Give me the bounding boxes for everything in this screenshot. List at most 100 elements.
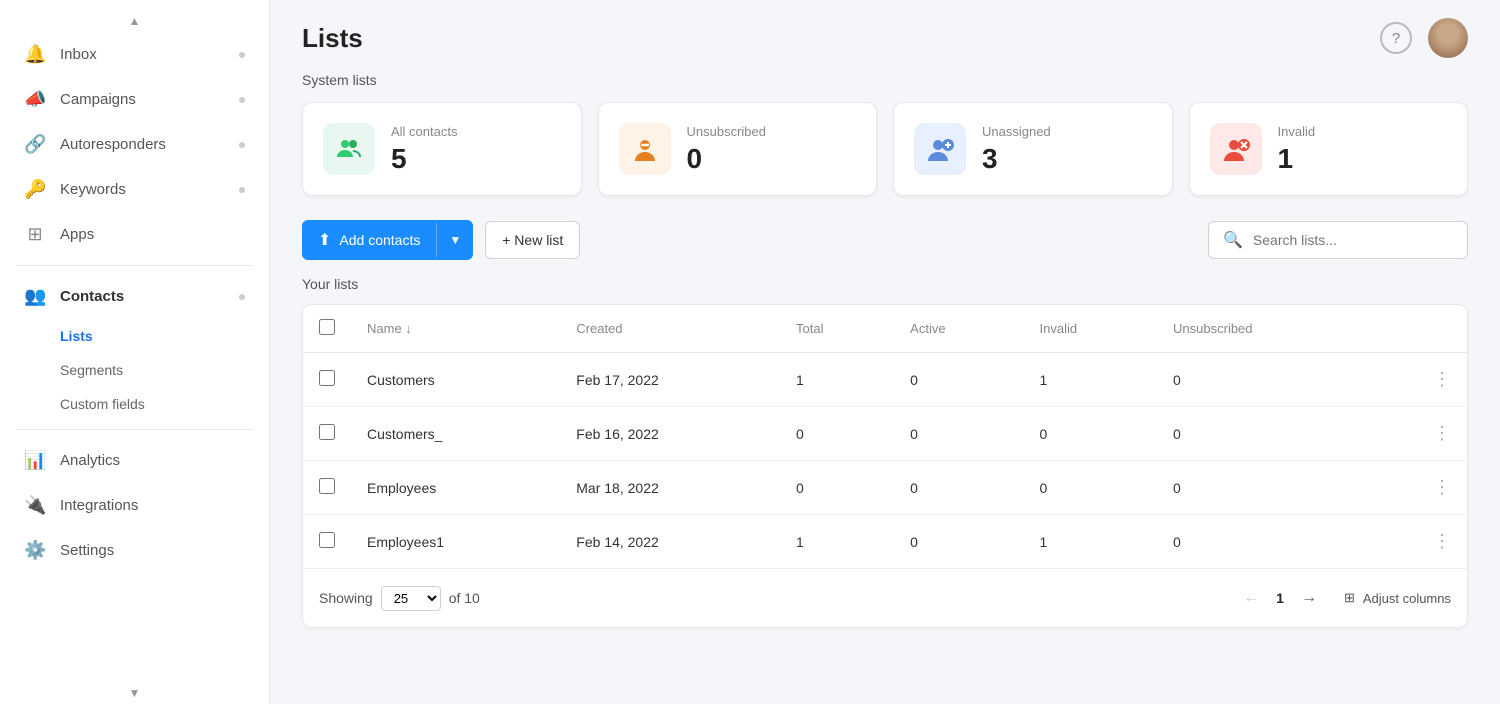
all-contacts-icon [323,123,375,175]
sidebar-item-analytics[interactable]: 📊 Analytics [0,438,269,483]
prev-icon: ← [1243,589,1259,607]
sidebar-item-label: Inbox [60,46,97,63]
row-menu-button[interactable]: ⋮ [1371,515,1467,569]
row-name: Employees [351,461,560,515]
table-row: Employees1 Feb 14, 2022 1 0 1 0 ⋮ [303,515,1467,569]
unsubscribed-icon [619,123,671,175]
showing-info: Showing 25 10 50 100 of 10 [319,586,480,611]
col-created: Created [560,305,780,353]
sidebar-scroll-down[interactable]: ▼ [0,682,269,704]
row-checkbox[interactable] [319,478,335,494]
sidebar-item-label: Settings [60,542,114,559]
add-contacts-button[interactable]: ⬆ Add contacts ▼ [302,220,473,260]
sidebar-item-autoresponders[interactable]: 🔗 Autoresponders [0,122,269,167]
adjust-columns-button[interactable]: ⊞ Adjust columns [1344,590,1451,606]
sidebar-item-label: Contacts [60,288,124,305]
row-menu-button[interactable]: ⋮ [1371,407,1467,461]
upload-icon: ⬆ [318,230,331,250]
row-checkbox[interactable] [319,370,335,386]
system-card-unassigned[interactable]: Unassigned 3 [893,102,1173,196]
all-contacts-value: 5 [391,143,457,175]
unsubscribed-value: 0 [687,143,767,175]
analytics-icon: 📊 [24,450,46,471]
all-contacts-label: All contacts [391,124,457,139]
sidebar-dot [239,187,245,193]
of-label: of 10 [449,590,480,606]
next-icon: → [1301,589,1317,607]
sidebar-item-apps[interactable]: ⊞ Apps [0,212,269,257]
table-body: Customers Feb 17, 2022 1 0 1 0 ⋮ Custome… [303,353,1467,569]
col-name-label: Name ↓ [367,321,412,336]
sidebar-item-integrations[interactable]: 🔌 Integrations [0,483,269,528]
pagination: Showing 25 10 50 100 of 10 ← 1 → [303,568,1467,627]
search-input[interactable] [1253,232,1453,248]
row-created: Mar 18, 2022 [560,461,780,515]
system-lists: All contacts 5 Unsubscribed 0 [302,102,1468,196]
row-active: 0 [894,515,1023,569]
sidebar-dot [239,294,245,300]
sidebar-sub: Lists Segments Custom fields [0,319,269,421]
select-all-checkbox[interactable] [319,319,335,335]
add-contacts-dropdown-arrow[interactable]: ▼ [436,223,473,257]
main-content: Lists ? System lists [270,0,1500,704]
row-active: 0 [894,461,1023,515]
sidebar-scroll-up[interactable]: ▲ [0,10,269,32]
row-unsubscribed: 0 [1157,407,1371,461]
col-actions [1371,305,1467,353]
system-card-unsubscribed[interactable]: Unsubscribed 0 [598,102,878,196]
system-card-all-contacts[interactable]: All contacts 5 [302,102,582,196]
unassigned-info: Unassigned 3 [982,124,1051,175]
col-unsubscribed: Unsubscribed [1157,305,1371,353]
row-active: 0 [894,407,1023,461]
invalid-info: Invalid 1 [1278,124,1316,175]
unsubscribed-info: Unsubscribed 0 [687,124,767,175]
adjust-columns-label: Adjust columns [1363,591,1451,606]
row-checkbox[interactable] [319,424,335,440]
sidebar: ▲ 🔔 Inbox 📣 Campaigns 🔗 Autoresponders 🔑… [0,0,270,704]
showing-label: Showing [319,590,373,606]
col-name[interactable]: Name ↓ [351,305,560,353]
new-list-button[interactable]: + New list [485,221,580,259]
sidebar-divider-2 [16,429,253,430]
row-menu-button[interactable]: ⋮ [1371,461,1467,515]
next-page-button[interactable]: → [1294,583,1324,613]
current-page: 1 [1276,590,1284,606]
contacts-icon: 👥 [24,286,46,307]
system-card-invalid[interactable]: Invalid 1 [1189,102,1469,196]
header-actions: ? [1380,18,1468,58]
row-checkbox[interactable] [319,532,335,548]
sidebar-item-inbox[interactable]: 🔔 Inbox [0,32,269,77]
prev-page-button[interactable]: ← [1236,583,1266,613]
add-contacts-main: ⬆ Add contacts [302,220,436,260]
inbox-icon: 🔔 [24,44,46,65]
sidebar-item-settings[interactable]: ⚙️ Settings [0,528,269,573]
unsubscribed-label: Unsubscribed [687,124,767,139]
user-avatar[interactable] [1428,18,1468,58]
help-button[interactable]: ? [1380,22,1412,54]
sidebar-divider [16,265,253,266]
search-icon: 🔍 [1223,230,1243,250]
sidebar-item-segments[interactable]: Segments [60,353,269,387]
unassigned-icon [914,123,966,175]
sidebar-item-lists[interactable]: Lists [60,319,269,353]
system-lists-label: System lists [302,72,1468,88]
sidebar-item-contacts[interactable]: 👥 Contacts [0,274,269,319]
sidebar-item-campaigns[interactable]: 📣 Campaigns [0,77,269,122]
search-box[interactable]: 🔍 [1208,221,1468,259]
invalid-label: Invalid [1278,124,1316,139]
campaigns-icon: 📣 [24,89,46,110]
toolbar: ⬆ Add contacts ▼ + New list 🔍 [302,220,1468,260]
sidebar-item-custom-fields[interactable]: Custom fields [60,387,269,421]
page-header: Lists ? [270,0,1500,72]
invalid-icon [1210,123,1262,175]
row-menu-button[interactable]: ⋮ [1371,353,1467,407]
row-invalid: 1 [1024,515,1158,569]
sidebar-dot [239,97,245,103]
invalid-value: 1 [1278,143,1316,175]
per-page-select[interactable]: 25 10 50 100 [381,586,441,611]
sidebar-item-keywords[interactable]: 🔑 Keywords [0,167,269,212]
your-lists-label: Your lists [302,276,1468,292]
row-invalid: 0 [1024,461,1158,515]
columns-icon: ⊞ [1344,590,1355,606]
select-all-header[interactable] [303,305,351,353]
